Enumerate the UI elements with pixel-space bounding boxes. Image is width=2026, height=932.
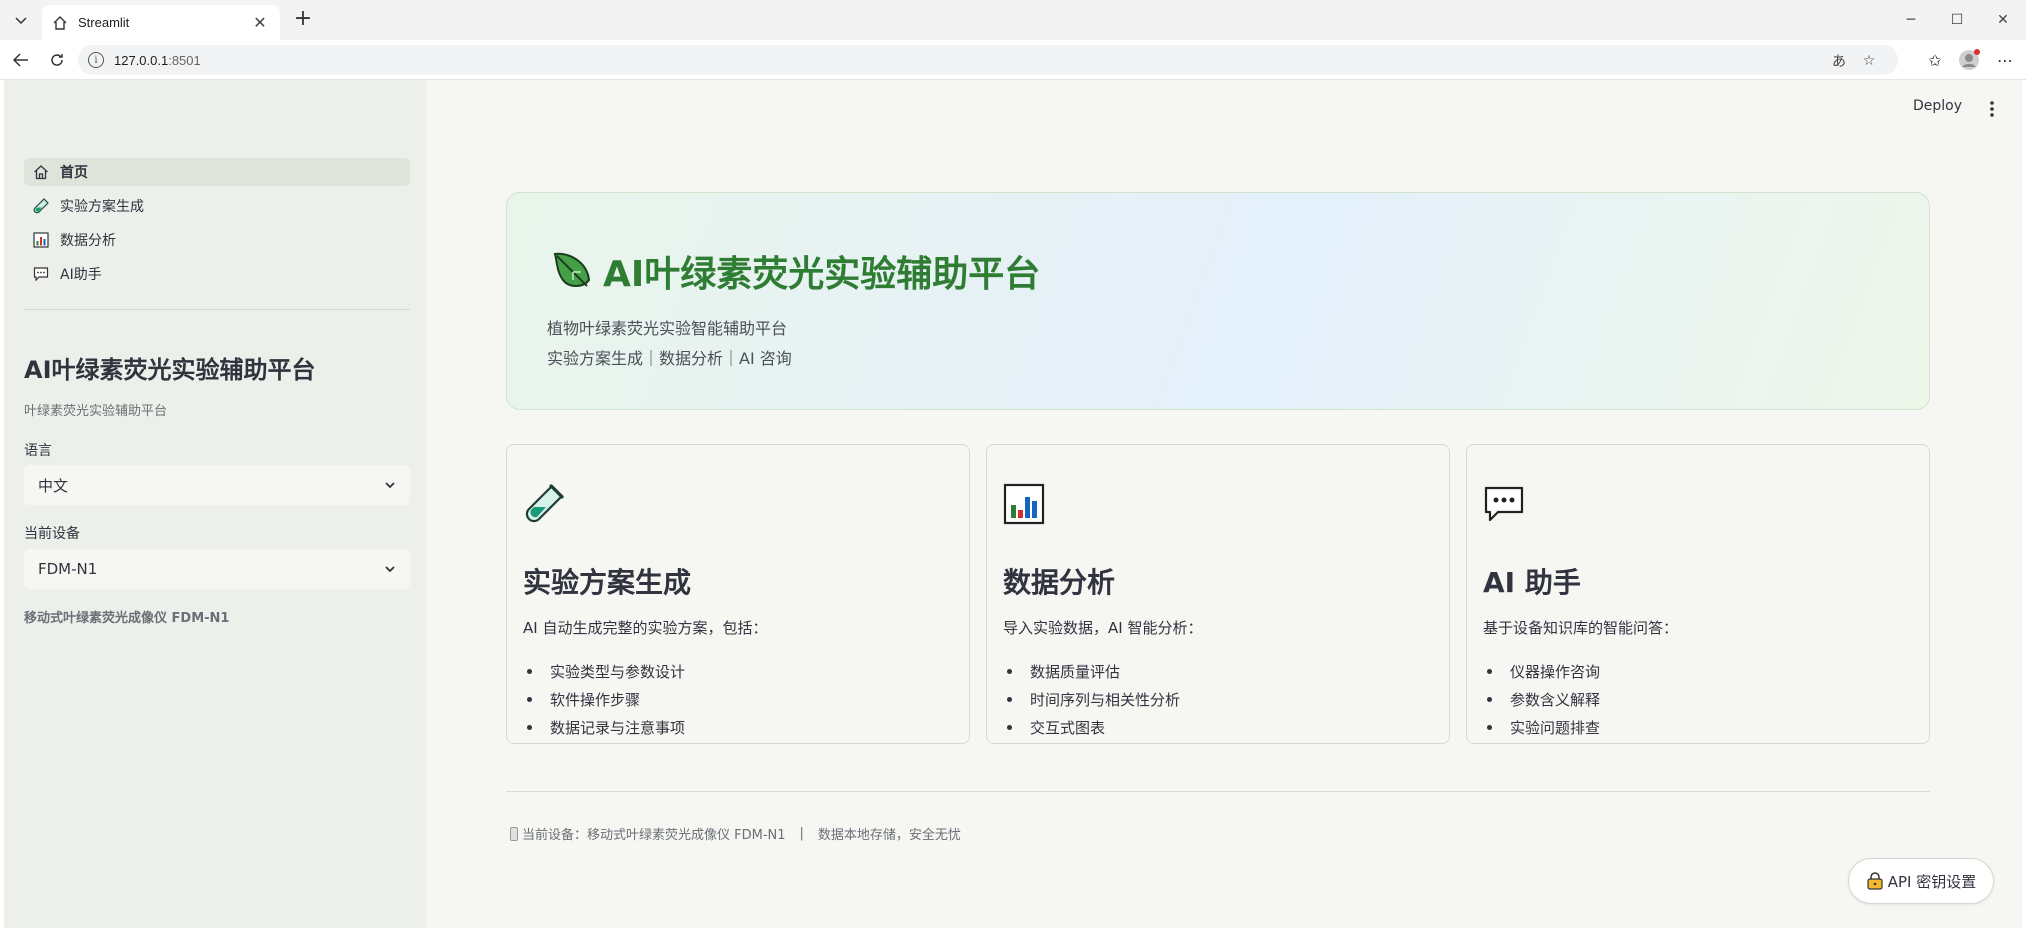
sidebar: 首页 实验方案生成 数据分析 AI助手 AI叶绿素荧光实验辅助平台 叶绿素荧光实… xyxy=(4,80,426,928)
device-value: FDM-N1 xyxy=(38,560,98,578)
card-feature-list: 实验类型与参数设计 软件操作步骤 数据记录与注意事项 xyxy=(523,657,685,741)
sidebar-item-ai-assistant[interactable]: AI助手 xyxy=(24,260,410,288)
hero-banner: AI叶绿素荧光实验辅助平台 植物叶绿素荧光实验智能辅助平台 实验方案生成｜数据分… xyxy=(506,192,1930,410)
list-item: 参数含义解释 xyxy=(1483,685,1600,713)
feature-card-experiment-plan: 实验方案生成 AI 自动生成完整的实验方案，包括： 实验类型与参数设计 软件操作… xyxy=(506,444,970,744)
language-value: 中文 xyxy=(38,476,69,495)
kebab-menu-icon[interactable] xyxy=(1984,98,2000,120)
more-options-icon[interactable]: ⋯ xyxy=(1992,47,2018,73)
browser-toolbar: i 127.0.0.1:8501 あ ☆ ✩ ⋯ xyxy=(0,40,2026,80)
sidebar-item-experiment-plan[interactable]: 实验方案生成 xyxy=(24,192,410,220)
api-key-settings-button[interactable]: API 密钥设置 xyxy=(1848,858,1994,904)
card-title: AI 助手 xyxy=(1483,566,1581,599)
site-info-icon[interactable]: i xyxy=(88,52,104,68)
list-item: 交互式图表 xyxy=(1003,713,1180,741)
list-item: 实验类型与参数设计 xyxy=(523,657,685,685)
language-label: 语言 xyxy=(24,443,52,459)
reload-icon[interactable] xyxy=(44,47,70,73)
favorites-icon[interactable]: ✩ xyxy=(1922,47,1948,73)
lock-icon xyxy=(1867,872,1883,890)
api-key-settings-label: API 密钥设置 xyxy=(1887,872,1977,891)
footer-divider xyxy=(506,791,1930,792)
chat-icon xyxy=(1484,486,1524,522)
chat-icon xyxy=(32,265,50,283)
device-label: 当前设备 xyxy=(24,526,80,542)
card-description: 基于设备知识库的智能问答： xyxy=(1483,619,1679,637)
bar-chart-icon xyxy=(32,231,50,249)
sidebar-divider xyxy=(24,309,410,310)
card-description: 导入实验数据，AI 智能分析： xyxy=(1003,619,1203,637)
minimize-icon[interactable]: ─ xyxy=(1888,0,1934,40)
deploy-button[interactable]: Deploy xyxy=(1913,98,1962,114)
hero-title-row: AI叶绿素荧光实验辅助平台 xyxy=(549,245,1040,297)
card-feature-list: 数据质量评估 时间序列与相关性分析 交互式图表 xyxy=(1003,657,1180,741)
sidebar-title: AI叶绿素荧光实验辅助平台 xyxy=(24,356,316,384)
card-title: 数据分析 xyxy=(1003,566,1116,599)
list-item: 仪器操作咨询 xyxy=(1483,657,1600,685)
url-text: 127.0.0.1:8501 xyxy=(114,52,201,68)
main-content: Deploy AI叶绿素荧光实验辅助平台 植物叶绿素荧光实验智能辅助平台 实验方… xyxy=(426,80,2022,928)
tab-list-chevron-icon[interactable] xyxy=(8,8,34,34)
profile-avatar-icon[interactable] xyxy=(1956,47,1982,73)
test-tube-icon xyxy=(525,483,565,523)
sidebar-item-label: 实验方案生成 xyxy=(60,199,144,215)
list-item: 数据质量评估 xyxy=(1003,657,1180,685)
list-item: 实验问题排查 xyxy=(1483,713,1600,741)
browser-tabstrip: Streamlit ✕ + ─ ☐ ✕ xyxy=(0,0,2026,40)
tab-title: Streamlit xyxy=(78,15,130,30)
footer: 当前设备：移动式叶绿素荧光成像仪 FDM-N1 | 数据本地存储，安全无忧 xyxy=(510,824,961,843)
footer-separator: | xyxy=(799,826,804,841)
leaf-icon xyxy=(553,252,591,287)
window-close-icon[interactable]: ✕ xyxy=(1980,0,2026,40)
feature-card-data-analysis: 数据分析 导入实验数据，AI 智能分析： 数据质量评估 时间序列与相关性分析 交… xyxy=(986,444,1450,744)
favorite-star-icon[interactable]: ☆ xyxy=(1858,50,1880,72)
list-item: 软件操作步骤 xyxy=(523,685,685,713)
list-item: 数据记录与注意事项 xyxy=(523,713,685,741)
sidebar-item-label: 首页 xyxy=(60,165,88,181)
hero-tagline: 实验方案生成｜数据分析｜AI 咨询 xyxy=(547,349,792,368)
footer-storage-text: 数据本地存储，安全无忧 xyxy=(817,828,961,843)
card-feature-list: 仪器操作咨询 参数含义解释 实验问题排查 xyxy=(1483,657,1600,741)
chevron-down-icon xyxy=(385,482,395,489)
sidebar-item-home[interactable]: 首页 xyxy=(24,158,410,186)
new-tab-icon[interactable]: + xyxy=(290,7,316,33)
home-icon xyxy=(53,15,67,30)
sidebar-item-label: 数据分析 xyxy=(60,233,116,249)
chevron-down-icon xyxy=(385,566,395,573)
back-arrow-icon[interactable] xyxy=(8,47,34,73)
home-icon xyxy=(32,163,50,181)
footer-device-text: 当前设备：移动式叶绿素荧光成像仪 FDM-N1 xyxy=(522,828,786,843)
sidebar-item-label: AI助手 xyxy=(60,267,102,283)
card-title: 实验方案生成 xyxy=(523,566,692,599)
test-tube-icon xyxy=(32,197,50,215)
maximize-icon[interactable]: ☐ xyxy=(1934,0,1980,40)
device-description: 移动式叶绿素荧光成像仪 FDM-N1 xyxy=(24,611,230,626)
hero-title: AI叶绿素荧光实验辅助平台 xyxy=(603,254,1041,295)
sidebar-item-data-analysis[interactable]: 数据分析 xyxy=(24,226,410,254)
browser-tab[interactable]: Streamlit ✕ xyxy=(42,5,280,40)
sidebar-nav: 首页 实验方案生成 数据分析 AI助手 xyxy=(24,158,410,294)
translate-icon[interactable]: あ xyxy=(1828,50,1850,72)
device-select[interactable]: FDM-N1 xyxy=(24,549,410,589)
hero-subtitle: 植物叶绿素荧光实验智能辅助平台 xyxy=(547,319,788,338)
phone-icon xyxy=(510,826,518,841)
card-description: AI 自动生成完整的实验方案，包括： xyxy=(523,619,768,637)
tab-close-icon[interactable]: ✕ xyxy=(250,13,270,32)
address-bar[interactable]: i 127.0.0.1:8501 あ ☆ xyxy=(78,45,1898,75)
streamlit-app: 首页 实验方案生成 数据分析 AI助手 AI叶绿素荧光实验辅助平台 叶绿素荧光实… xyxy=(4,80,2022,928)
feature-card-ai-assistant: AI 助手 基于设备知识库的智能问答： 仪器操作咨询 参数含义解释 实验问题排查 xyxy=(1466,444,1930,744)
sidebar-subtitle: 叶绿素荧光实验辅助平台 xyxy=(24,404,168,419)
bar-chart-icon xyxy=(1003,483,1045,525)
list-item: 时间序列与相关性分析 xyxy=(1003,685,1180,713)
language-select[interactable]: 中文 xyxy=(24,465,410,505)
